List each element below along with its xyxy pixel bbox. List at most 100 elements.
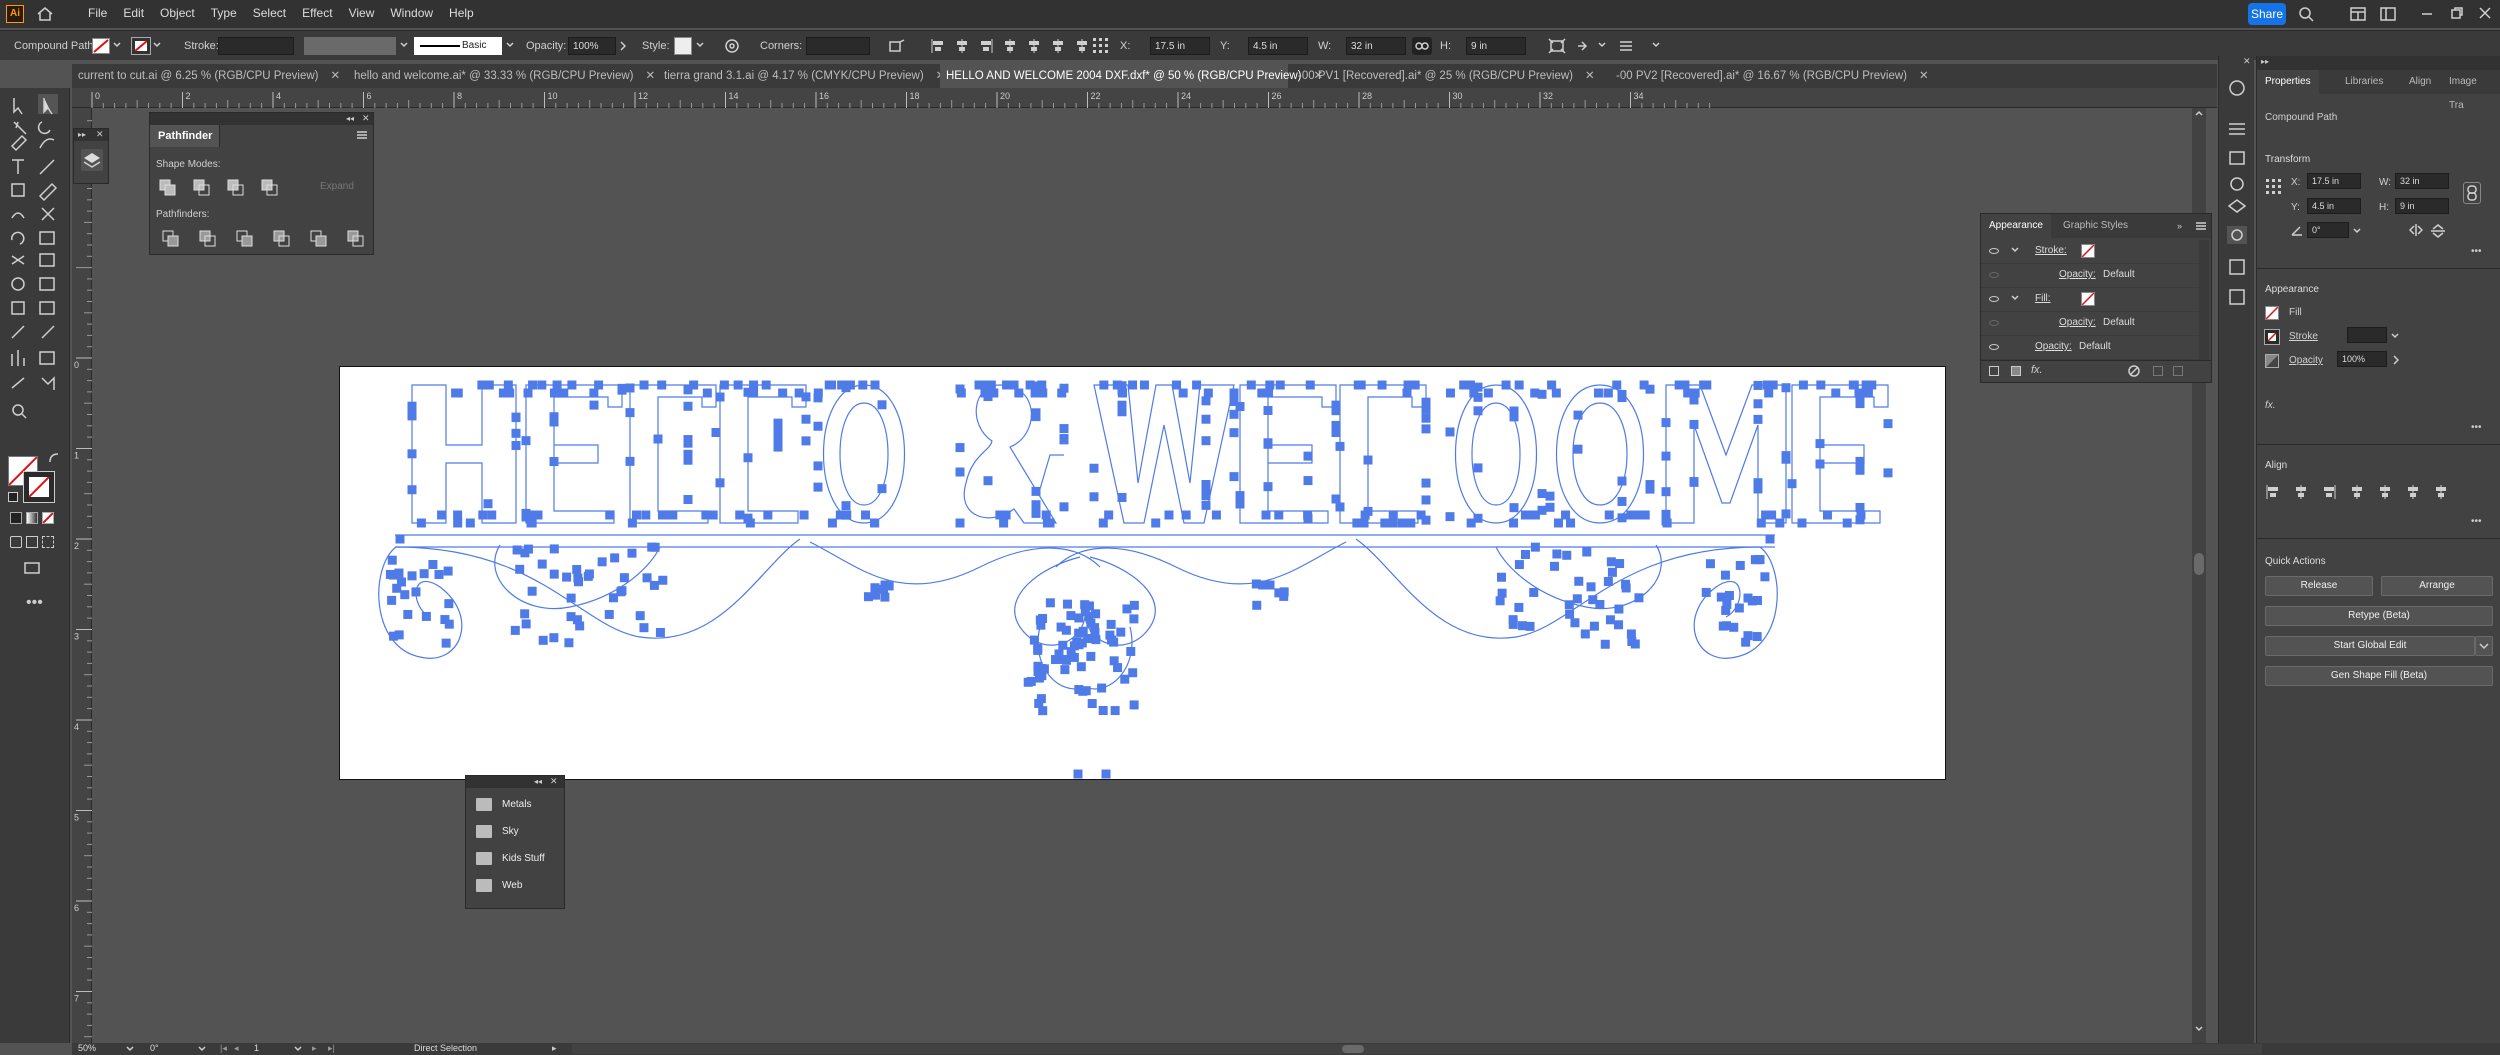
chevron-down-icon[interactable] [294, 1046, 302, 1052]
w-field[interactable]: 32 in [1346, 37, 1406, 55]
anchor-point[interactable] [1031, 486, 1041, 496]
anchor-point[interactable] [1634, 593, 1644, 603]
anchor-point[interactable] [657, 380, 667, 390]
letter-outline[interactable] [1791, 384, 1889, 524]
anchor-point[interactable] [1617, 389, 1627, 399]
stroke-swatch-tool[interactable] [23, 471, 55, 503]
anchor-point[interactable] [1603, 576, 1613, 586]
anchor-point[interactable] [1201, 480, 1211, 490]
letter-outline[interactable] [1239, 384, 1337, 524]
restore-icon[interactable] [2450, 6, 2464, 20]
anchor-point[interactable] [668, 510, 678, 520]
anchor-point[interactable] [434, 569, 444, 579]
anchor-point[interactable] [1335, 502, 1345, 512]
anchor-point[interactable] [1617, 513, 1627, 523]
anchor-point[interactable] [1097, 683, 1107, 693]
anchor-point[interactable] [1617, 476, 1627, 486]
anchor-point[interactable] [1588, 595, 1598, 605]
menu-edit[interactable]: Edit [115, 6, 152, 20]
anchor-point[interactable] [1756, 518, 1766, 528]
anchor-point[interactable] [1151, 518, 1161, 528]
align-option-icon[interactable] [1002, 38, 1018, 54]
next-artboard-icon[interactable]: ▸ [312, 1043, 317, 1054]
anchor-point[interactable] [394, 568, 404, 578]
anchor-point[interactable] [1252, 600, 1262, 610]
anchor-point[interactable] [1509, 518, 1519, 528]
anchor-point[interactable] [1564, 600, 1574, 610]
collapse-icon[interactable]: ◂◂ [534, 777, 542, 786]
anchor-point[interactable] [880, 592, 890, 602]
align-button[interactable] [2265, 484, 2281, 500]
anchor-point[interactable] [1251, 579, 1261, 589]
anchor-point[interactable] [1615, 559, 1625, 569]
anchor-point[interactable] [1110, 706, 1120, 716]
anchor-point[interactable] [1573, 410, 1583, 420]
zoom-field[interactable]: 50% [78, 1043, 96, 1053]
panel-menu-icon[interactable] [1618, 38, 1634, 54]
anchor-point[interactable] [1565, 609, 1575, 619]
anchor-point[interactable] [956, 388, 966, 398]
anchor-point[interactable] [512, 545, 522, 555]
anchor-point[interactable] [1855, 399, 1865, 409]
anchor-point[interactable] [1036, 620, 1046, 630]
anchor-point[interactable] [1561, 510, 1571, 520]
anchor-point[interactable] [1753, 414, 1763, 424]
opacity-field[interactable]: 100% [568, 37, 616, 55]
rotate-view-field[interactable]: 0° [150, 1043, 159, 1053]
anchor-point[interactable] [1781, 509, 1791, 519]
eye-icon[interactable] [1989, 248, 1999, 254]
anchor-point[interactable] [813, 461, 823, 471]
stroke-swatch-prop[interactable] [2264, 329, 2280, 345]
anchor-point[interactable] [1128, 380, 1138, 390]
anchor-point[interactable] [861, 510, 871, 520]
anchor-point[interactable] [870, 380, 880, 390]
anchor-point[interactable] [813, 421, 823, 431]
anchor-point[interactable] [549, 417, 559, 427]
anchor-point[interactable] [1164, 510, 1174, 520]
anchor-point[interactable] [1235, 402, 1245, 412]
close-tab-icon[interactable]: ✕ [330, 70, 340, 82]
anchor-point[interactable] [1089, 463, 1099, 473]
anchor-point[interactable] [1553, 518, 1563, 528]
anchor-point[interactable] [1192, 380, 1202, 390]
anchor-point[interactable] [567, 380, 577, 390]
anchor-point[interactable] [1090, 623, 1100, 633]
letter-outline[interactable] [629, 384, 717, 524]
anchor-point[interactable] [1604, 510, 1614, 520]
more-options-icon[interactable]: ••• [2471, 516, 2482, 527]
pathfinder-button[interactable] [347, 230, 365, 248]
anchor-point[interactable] [562, 572, 572, 582]
rotate-angle-icon[interactable] [2291, 224, 2303, 236]
anchor-point[interactable] [1551, 388, 1561, 398]
anchor-point[interactable] [655, 627, 665, 637]
anchor-point[interactable] [1514, 602, 1524, 612]
anchor-point[interactable] [505, 388, 515, 398]
menu-type[interactable]: Type [203, 6, 245, 20]
anchor-point[interactable] [631, 510, 641, 520]
anchor-point[interactable] [1118, 388, 1128, 398]
anchor-point[interactable] [1815, 439, 1825, 449]
anchor-point[interactable] [841, 501, 851, 511]
dock-icons[interactable] [2219, 76, 2255, 336]
anchor-point[interactable] [1867, 380, 1877, 390]
appearance-label[interactable]: Fill: [2035, 293, 2051, 304]
anchor-point[interactable] [1059, 434, 1069, 444]
anchor-point[interactable] [1753, 478, 1763, 488]
anchor-point[interactable] [1497, 572, 1507, 582]
anchor-point[interactable] [453, 518, 463, 528]
stroke-weight-field[interactable] [218, 37, 294, 55]
opacity-prop-field[interactable]: 100% [2337, 351, 2387, 367]
clear-appearance-icon[interactable] [2127, 364, 2141, 378]
anchor-point[interactable] [1042, 518, 1052, 528]
menu-file[interactable]: File [80, 6, 115, 20]
anchor-point[interactable] [523, 388, 533, 398]
anchor-point[interactable] [511, 440, 521, 450]
constrain-proportions-icon[interactable] [2463, 182, 2481, 204]
shape-mode-button[interactable] [260, 178, 280, 198]
anchor-point[interactable] [1034, 673, 1044, 683]
anchor-point[interactable] [1530, 388, 1540, 398]
scroll-up-icon[interactable] [2195, 110, 2203, 116]
anchor-point[interactable] [743, 453, 753, 463]
stroke-swatch[interactable] [131, 37, 151, 55]
draw-mode-icons[interactable] [10, 536, 54, 548]
